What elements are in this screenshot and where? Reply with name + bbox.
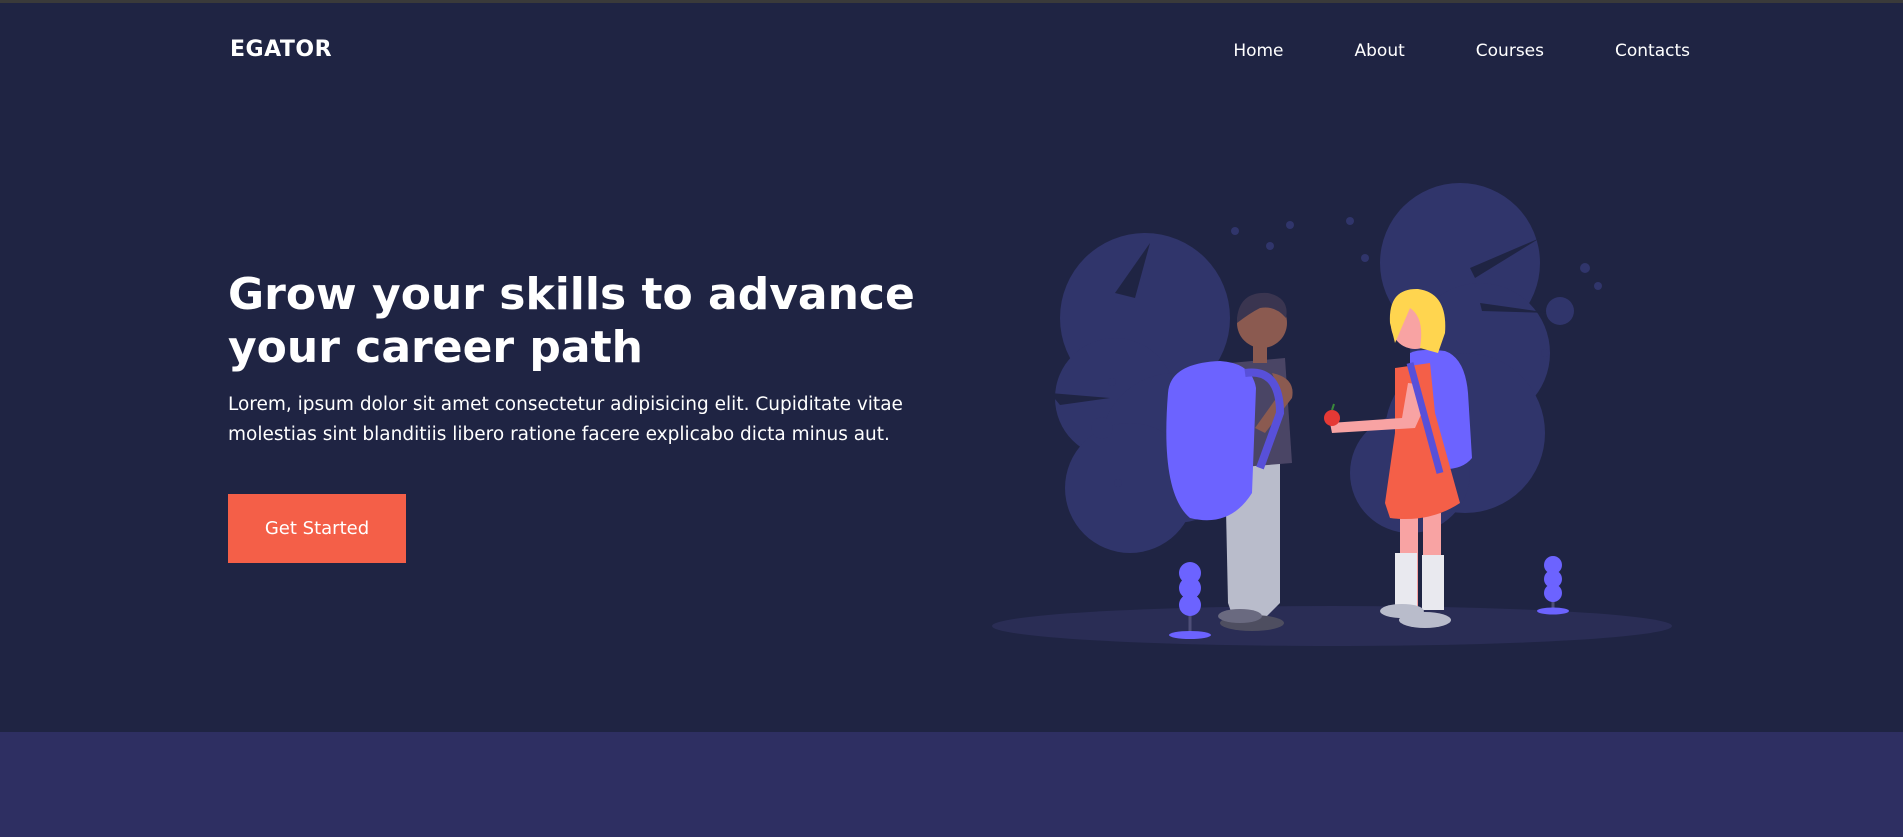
nav-link-contacts[interactable]: Contacts xyxy=(1615,41,1690,61)
nav-link-courses[interactable]: Courses xyxy=(1476,41,1544,61)
main-nav: Home About Courses Contacts xyxy=(1233,41,1690,61)
brand-logo[interactable]: EGATOR xyxy=(230,37,332,62)
nav-link-about[interactable]: About xyxy=(1355,41,1405,61)
hero-subtext: Lorem, ipsum dolor sit amet consectetur … xyxy=(228,390,908,450)
hero-subtext-line1: Lorem, ipsum dolor sit amet consectetur … xyxy=(228,394,903,415)
students-illustration xyxy=(992,183,1672,646)
ground-shadow xyxy=(992,606,1672,646)
hero-headline: Grow your skills to advance your career … xyxy=(228,268,928,374)
next-section xyxy=(0,732,1903,837)
get-started-button[interactable]: Get Started xyxy=(228,494,406,563)
hero-headline-line2: your career path xyxy=(228,322,643,373)
hero-section: EGATOR Home About Courses Contacts Grow … xyxy=(0,3,1903,732)
hero-headline-line1: Grow your skills to advance xyxy=(228,269,915,320)
background-bushes xyxy=(1055,183,1550,553)
tree-right xyxy=(1537,556,1569,615)
hero-subtext-line2: molestias sint blanditiis libero ratione… xyxy=(228,424,890,445)
nav-link-home[interactable]: Home xyxy=(1233,41,1283,61)
